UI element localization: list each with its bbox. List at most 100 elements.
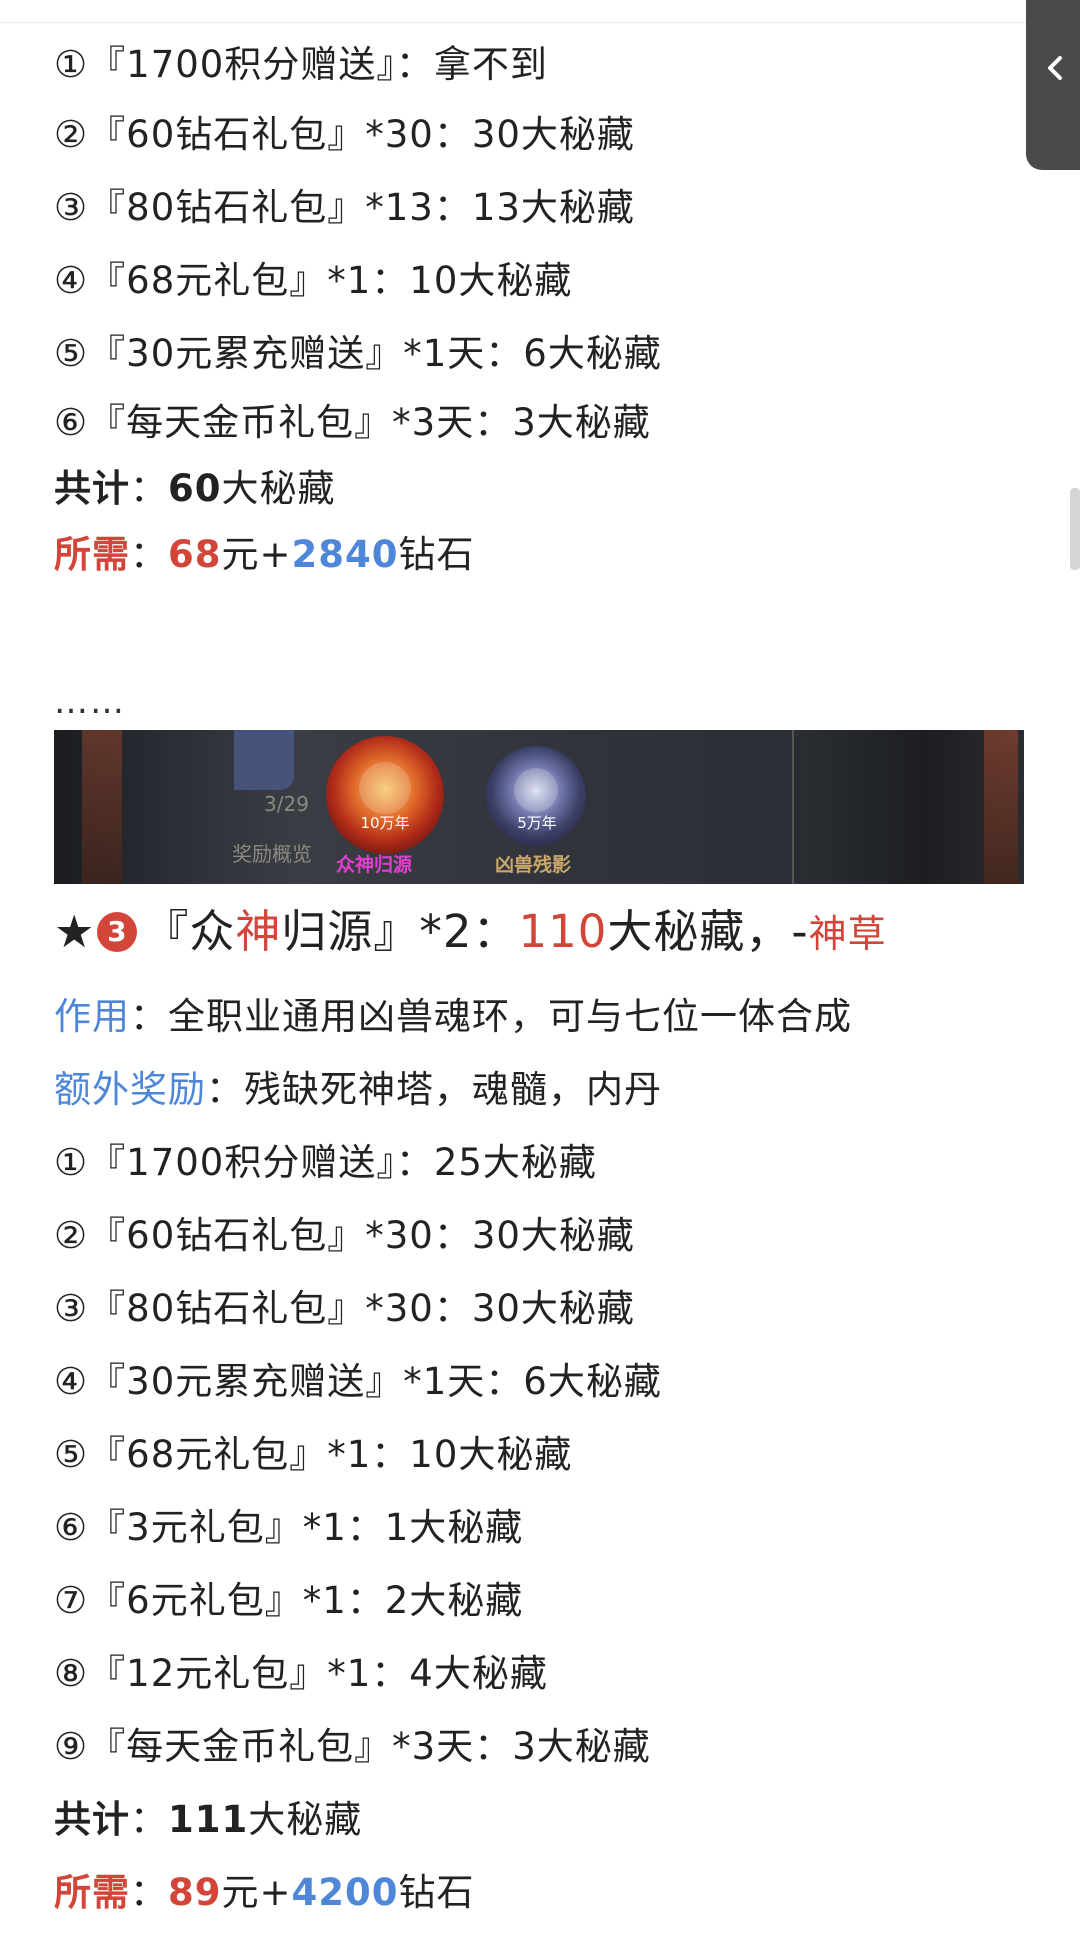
list-item: ①『1700积分赠送』：25大秘藏 — [54, 1126, 1024, 1199]
article-body: ①『1700积分赠送』：拿不到 ②『60钻石礼包』*30：30大秘藏 ③『80钻… — [54, 32, 1024, 1929]
list-item: ②『60钻石礼包』*30：30大秘藏 — [54, 1199, 1024, 1272]
item-number: ⑥ — [54, 1506, 89, 1549]
bonus-label: 额外奖励 — [54, 1068, 206, 1111]
item-name: 『6元礼包』*1 — [88, 1579, 347, 1622]
cost-label: 所需 — [54, 533, 130, 576]
total-line: 共计：60大秘藏 — [54, 456, 1024, 522]
item-number: ④ — [54, 1360, 89, 1403]
effect-line: 作用：全职业通用凶兽魂环，可与七位一体合成 — [54, 980, 1024, 1053]
bonus-line: 额外奖励：残缺死神塔，魂髓，内丹 — [54, 1053, 1024, 1126]
chevron-left-icon — [1048, 56, 1062, 80]
number-badge: 3 — [97, 912, 138, 952]
effect-sep: ： — [130, 995, 168, 1038]
item-number: ① — [54, 1141, 89, 1184]
cost-diamond-value: 2840 — [291, 533, 399, 576]
item-name: 『1700积分赠送』 — [88, 1141, 396, 1184]
item-sep: ： — [346, 1506, 385, 1549]
title-part: 归源』*2： — [281, 905, 519, 958]
item-sep: ： — [433, 186, 472, 229]
list-item: ⑥『每天金币礼包』*3天：3大秘藏 — [54, 390, 1024, 456]
cost-label: 所需 — [54, 1871, 130, 1914]
item-sep: ： — [474, 1725, 513, 1768]
total-label: 共计 — [54, 467, 130, 510]
item-number: ⑨ — [54, 1725, 89, 1768]
item-number: ⑥ — [54, 401, 89, 444]
item-number: ③ — [54, 1287, 89, 1330]
item-value: 6大秘藏 — [523, 332, 662, 375]
item-value: 13大秘藏 — [471, 186, 635, 229]
item-sep: ： — [395, 43, 434, 86]
item-sep: ： — [346, 1579, 385, 1622]
cost-sep: ： — [130, 1871, 168, 1914]
orb2-age-tag: 5万年 — [517, 814, 557, 832]
item-sep: ： — [433, 113, 472, 156]
list-item: ⑦『6元礼包』*1：2大秘藏 — [54, 1564, 1024, 1637]
item-value: 30大秘藏 — [471, 113, 635, 156]
bonus-sep: ： — [206, 1068, 244, 1111]
item-name: 『80钻石礼包』*30 — [88, 1287, 434, 1330]
item-value: 4大秘藏 — [409, 1652, 548, 1695]
cost-yuan-unit: 元+ — [221, 533, 292, 576]
cost-yuan-value: 89 — [168, 1871, 222, 1914]
item-value: 30大秘藏 — [471, 1214, 635, 1257]
item-value: 25大秘藏 — [433, 1141, 597, 1184]
cost-diamond-value: 4200 — [291, 1871, 399, 1914]
soul-ring-orb-gods — [326, 736, 444, 854]
banner-divider — [792, 730, 794, 884]
list-item: ⑤『68元礼包』*1：10大秘藏 — [54, 1418, 1024, 1491]
list-item: ⑥『3元礼包』*1：1大秘藏 — [54, 1491, 1024, 1564]
total-unit: 大秘藏 — [248, 1798, 363, 1841]
item-name: 『30元累充赠送』*1天 — [88, 1360, 486, 1403]
list-item: ⑤『30元累充赠送』*1天：6大秘藏 — [54, 317, 1024, 390]
item-value: 10大秘藏 — [409, 1433, 573, 1476]
banner-faded-count: 3/29 — [264, 792, 309, 816]
list-item: ③『80钻石礼包』*30：30大秘藏 — [54, 1272, 1024, 1345]
gift-list-top: ①『1700积分赠送』：拿不到 ②『60钻石礼包』*30：30大秘藏 ③『80钻… — [54, 32, 1024, 588]
list-item: ④『30元累充赠送』*1天：6大秘藏 — [54, 1345, 1024, 1418]
list-item: ③『80钻石礼包』*13：13大秘藏 — [54, 171, 1024, 244]
orb1-name: 众神归源 — [336, 854, 413, 876]
item-number: ⑧ — [54, 1652, 89, 1695]
item-name: 『60钻石礼包』*30 — [88, 1214, 434, 1257]
item-sep: ： — [474, 401, 513, 444]
item-value: 30大秘藏 — [471, 1287, 635, 1330]
cost-yuan-value: 68 — [168, 533, 222, 576]
item-name: 『每天金币礼包』*3天 — [88, 1725, 475, 1768]
cost-line: 所需：89元+4200钻石 — [54, 1856, 1024, 1929]
item-sep: ： — [485, 332, 524, 375]
item-sep: ： — [371, 259, 410, 302]
item-number: ③ — [54, 186, 89, 229]
banner-right-stripe — [984, 730, 1018, 884]
side-collapse-tab[interactable] — [1026, 0, 1080, 170]
banner-left-stripe — [82, 730, 122, 884]
item-value: 3大秘藏 — [512, 1725, 651, 1768]
section-heading: ★ 3 『众神归源』*2：110大秘藏，-神草 — [54, 884, 1024, 980]
cost-diamond-unit: 钻石 — [398, 533, 475, 576]
cost-diamond-unit: 钻石 — [398, 1871, 475, 1914]
list-item: ②『60钻石礼包』*30：30大秘藏 — [54, 98, 1024, 171]
item-name: 『80钻石礼包』*13 — [88, 186, 434, 229]
title-part: 『众 — [143, 905, 236, 958]
top-divider — [0, 22, 1080, 23]
total-line: 共计：111大秘藏 — [54, 1783, 1024, 1856]
item-value: 3大秘藏 — [512, 401, 651, 444]
cost-sep: ： — [130, 533, 168, 576]
ellipsis-text: …… — [54, 682, 126, 722]
item-number: ② — [54, 1214, 89, 1257]
item-value: 2大秘藏 — [384, 1579, 524, 1622]
item-name: 『每天金币礼包』*3天 — [88, 401, 475, 444]
item-name: 『12元礼包』*1 — [88, 1652, 372, 1695]
soul-ring-banner-image: 3/29 奖励概览 10万年 众神归源 5万年 凶兽残影 — [54, 730, 1024, 884]
gift-list-section3: ①『1700积分赠送』：25大秘藏 ②『60钻石礼包』*30：30大秘藏 ③『8… — [54, 1126, 1024, 1929]
item-name: 『60钻石礼包』*30 — [88, 113, 434, 156]
item-number: ④ — [54, 259, 89, 302]
effect-text: 全职业通用凶兽魂环，可与七位一体合成 — [168, 995, 852, 1038]
scrollbar-thumb[interactable] — [1070, 488, 1080, 570]
bonus-text: 残缺死神塔，魂髓，内丹 — [244, 1068, 662, 1111]
list-item: ⑧『12元礼包』*1：4大秘藏 — [54, 1637, 1024, 1710]
star-icon: ★ — [54, 905, 96, 958]
cost-line: 所需：68元+2840钻石 — [54, 522, 1024, 588]
orb-highlight — [359, 761, 411, 814]
item-number: ⑤ — [54, 1433, 89, 1476]
banner-faded-label: 奖励概览 — [232, 842, 312, 866]
